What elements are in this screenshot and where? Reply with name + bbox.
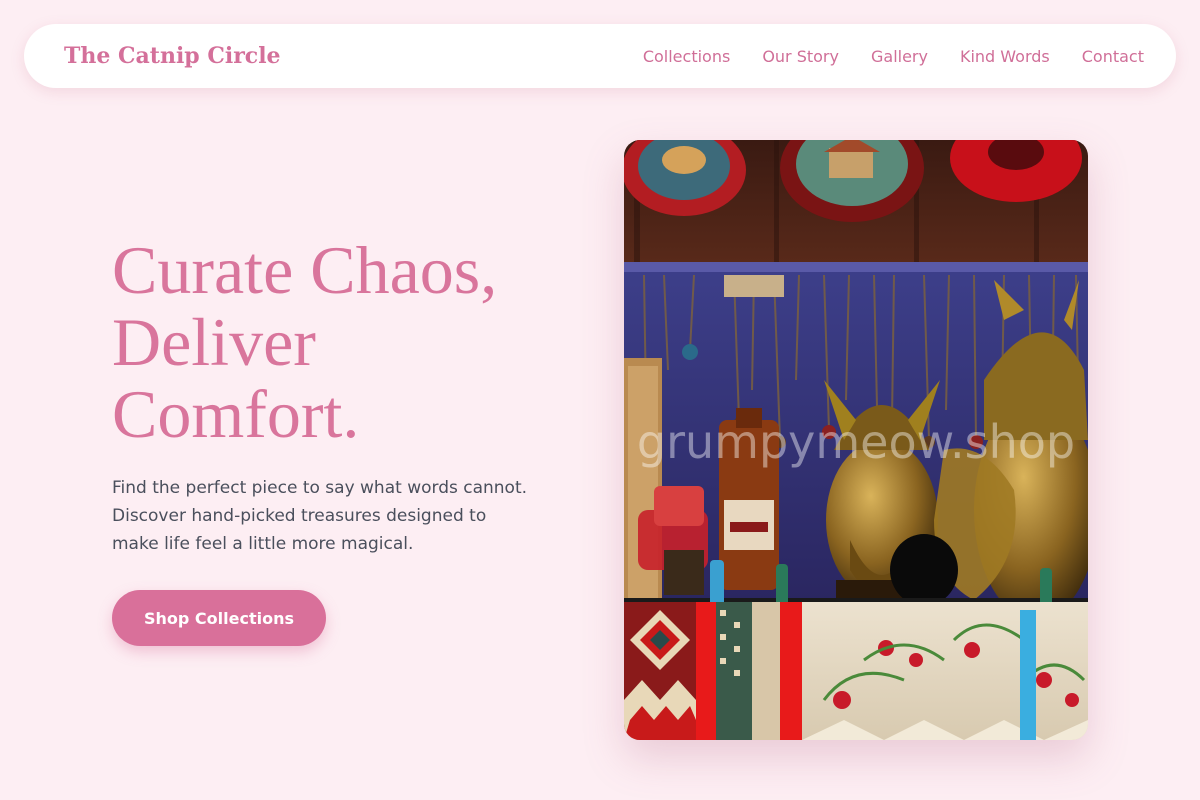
- hero-subtitle-line: make life feel a little more magical.: [112, 534, 414, 554]
- shop-collections-button[interactable]: Shop Collections: [112, 590, 326, 646]
- hero-title-line: Curate Chaos,: [112, 232, 498, 308]
- hero-image: grumpymeow.shop: [624, 140, 1088, 740]
- nav-link-kind-words[interactable]: Kind Words: [960, 47, 1050, 66]
- nav-link-our-story[interactable]: Our Story: [762, 47, 839, 66]
- hero-title: Curate Chaos, Deliver Comfort.: [112, 234, 572, 450]
- brand-logo[interactable]: The Catnip Circle: [64, 43, 281, 69]
- hero-title-line: Deliver: [112, 304, 316, 380]
- nav-link-gallery[interactable]: Gallery: [871, 47, 928, 66]
- top-navbar: The Catnip Circle Collections Our Story …: [24, 24, 1176, 88]
- hero-subtitle: Find the perfect piece to say what words…: [112, 474, 572, 558]
- hero-title-line: Comfort.: [112, 376, 360, 452]
- nav-link-collections[interactable]: Collections: [643, 47, 730, 66]
- nav-links: Collections Our Story Gallery Kind Words…: [643, 47, 1144, 66]
- hero-subtitle-line: Discover hand-picked treasures designed …: [112, 506, 487, 526]
- nav-link-contact[interactable]: Contact: [1082, 47, 1144, 66]
- image-watermark: grumpymeow.shop: [637, 415, 1075, 469]
- hero-subtitle-line: Find the perfect piece to say what words…: [112, 478, 528, 498]
